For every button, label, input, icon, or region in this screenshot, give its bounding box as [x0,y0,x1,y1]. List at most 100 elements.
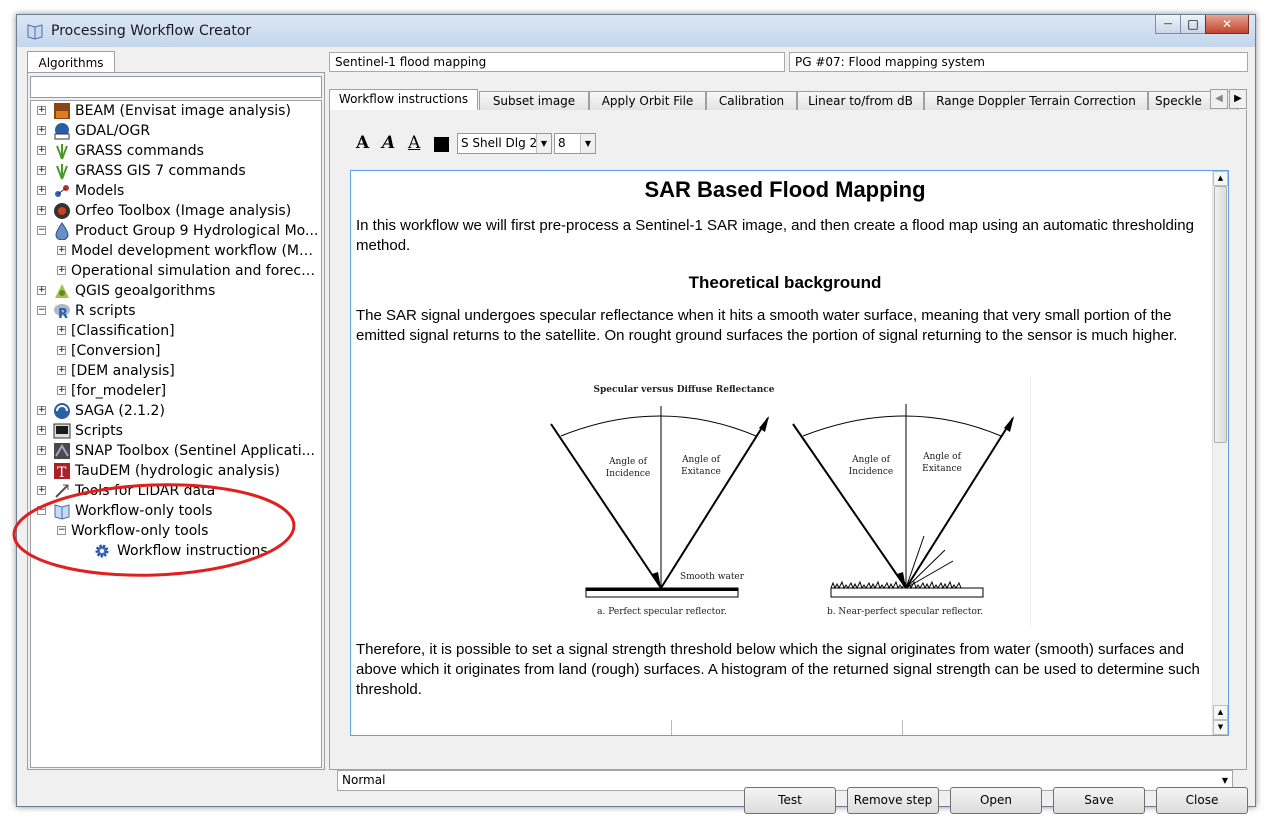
tab-algorithms[interactable]: Algorithms [27,51,115,73]
expand-icon[interactable]: + [37,146,46,155]
tree-item-label: Workflow-only tools [71,523,209,539]
document-heading: SAR Based Flood Mapping [644,177,926,202]
tab-subset-image[interactable]: Subset image [479,91,589,111]
collapse-icon[interactable]: − [37,306,46,315]
expand-icon[interactable]: + [37,446,46,455]
tree-item[interactable]: Workflow instructions [31,541,321,561]
tree-item-label: Models [75,183,125,199]
tree-item[interactable]: − Product Group 9 Hydrological Mo... [31,221,321,241]
svg-text:Exitance: Exitance [681,467,721,477]
maximize-button[interactable]: □ [1180,15,1206,34]
close-window-button[interactable]: ✕ [1205,15,1249,34]
tree-item[interactable]: + Orfeo Toolbox (Image analysis) [31,201,321,221]
collapse-icon[interactable]: − [37,226,46,235]
remove-step-button[interactable]: Remove step [847,787,939,814]
instructions-document[interactable]: SAR Based Flood Mapping In this workflow… [350,170,1229,736]
font-size-select[interactable]: 8 ▼ [554,133,596,154]
title-bar[interactable]: Processing Workflow Creator — □ ✕ [17,15,1255,47]
tree-item-label: SNAP Toolbox (Sentinel Applicati... [75,443,315,459]
expand-icon[interactable]: + [37,406,46,415]
expand-icon[interactable]: + [57,366,66,375]
client-area: Algorithms + BEAM (Envisat image analysis… [25,47,1248,814]
background-paragraph: The SAR signal undergoes specular reflec… [356,307,1178,344]
tree-item[interactable]: + SNAP Toolbox (Sentinel Applicati... [31,441,321,461]
expand-icon[interactable]: + [37,206,46,215]
tree-item-label: QGIS geoalgorithms [75,283,216,299]
scroll-up-button-lower[interactable]: ▲ [1213,705,1228,720]
tree-item[interactable]: + Model development workflow (MD... [31,241,321,261]
expand-icon[interactable]: + [37,426,46,435]
text-color-button[interactable] [434,137,449,152]
tab-range-doppler[interactable]: Range Doppler Terrain Correction [924,91,1148,111]
grass-icon [56,164,68,180]
tree-item-label: Model development workflow (MD... [71,243,321,259]
expand-icon[interactable]: + [37,466,46,475]
tree-item-label: SAGA (2.1.2) [75,403,165,419]
algorithm-tree[interactable]: + BEAM (Envisat image analysis) + GDAL/OGR +… [30,100,322,768]
save-button[interactable]: Save [1053,787,1145,814]
document-scrollbar[interactable]: ▲ ▲ ▼ [1212,171,1228,735]
scroll-up-button[interactable]: ▲ [1213,171,1228,186]
tree-item[interactable]: − Workflow-only tools [31,501,321,521]
tree-item[interactable]: + BEAM (Envisat image analysis) [31,101,321,121]
expand-icon[interactable]: + [57,246,66,255]
expand-icon[interactable]: + [57,266,66,275]
expand-icon[interactable]: + [57,346,66,355]
expand-icon[interactable]: + [57,326,66,335]
instructions-pane: A A A S Shell Dlg 2 ▼ 8 ▼ SAR Based Floo… [329,110,1247,770]
mode-value: Normal [342,773,386,787]
expand-icon[interactable]: + [57,386,66,395]
tree-item[interactable]: + Scripts [31,421,321,441]
expand-icon[interactable]: + [37,106,46,115]
workflow-name-field[interactable]: Sentinel-1 flood mapping [329,52,785,72]
underline-button[interactable]: A [408,133,420,153]
tab-workflow-instructions[interactable]: Workflow instructions [329,89,478,111]
tree-item[interactable]: + Operational simulation and forecas... [31,261,321,281]
tree-item[interactable]: + [DEM analysis] [31,361,321,381]
tree-item[interactable]: + GRASS GIS 7 commands [31,161,321,181]
tab-apply-orbit-file[interactable]: Apply Orbit File [589,91,706,111]
gear-icon [95,544,109,558]
tree-item[interactable]: + T TauDEM (hydrologic analysis) [31,461,321,481]
expand-icon[interactable]: + [37,126,46,135]
bold-button[interactable]: A [356,133,369,153]
expand-icon[interactable]: + [37,166,46,175]
scroll-down-button[interactable]: ▼ [1213,720,1228,735]
tree-item[interactable]: + [Classification] [31,321,321,341]
close-button[interactable]: Close [1156,787,1248,814]
tree-item[interactable]: + QGIS geoalgorithms [31,281,321,301]
open-button[interactable]: Open [950,787,1042,814]
tab-calibration[interactable]: Calibration [706,91,797,111]
tab-prev-button[interactable]: ◀ [1210,89,1228,109]
tree-item[interactable]: + GRASS commands [31,141,321,161]
font-family-select[interactable]: S Shell Dlg 2 ▼ [457,133,552,154]
minimize-button[interactable]: — [1155,15,1181,34]
expand-icon[interactable]: + [37,286,46,295]
tree-item[interactable]: + GDAL/OGR [31,121,321,141]
tab-linear-db[interactable]: Linear to/from dB [797,91,924,111]
intro-paragraph: In this workflow we will first pre-proce… [356,217,1194,254]
tree-item[interactable]: + [Conversion] [31,341,321,361]
scroll-thumb[interactable] [1214,186,1227,443]
tree-item[interactable]: − R R scripts [31,301,321,321]
tree-item[interactable]: + SAGA (2.1.2) [31,401,321,421]
tree-item-label: Orfeo Toolbox (Image analysis) [75,203,292,219]
tree-item[interactable]: + [for_modeler] [31,381,321,401]
tree-item[interactable]: − Workflow-only tools [31,521,321,541]
angle-incidence-label: Angle of [608,457,648,467]
italic-button[interactable]: A [382,133,395,153]
tab-next-button[interactable]: ▶ [1229,89,1247,109]
tree-item[interactable]: + Models [31,181,321,201]
expand-icon[interactable]: + [37,486,46,495]
hydrology-icon [55,222,69,240]
test-button[interactable]: Test [744,787,836,814]
tree-item-label: [DEM analysis] [71,363,175,379]
expand-icon[interactable]: + [37,186,46,195]
histogram-preview [671,720,903,735]
product-group-field[interactable]: PG #07: Flood mapping system [789,52,1248,72]
collapse-icon[interactable]: − [57,526,66,535]
algorithm-search-input[interactable] [30,76,322,98]
tree-item[interactable]: + Tools for LiDAR data [31,481,321,501]
tree-item-label: Workflow-only tools [75,503,213,519]
collapse-icon[interactable]: − [37,506,46,515]
